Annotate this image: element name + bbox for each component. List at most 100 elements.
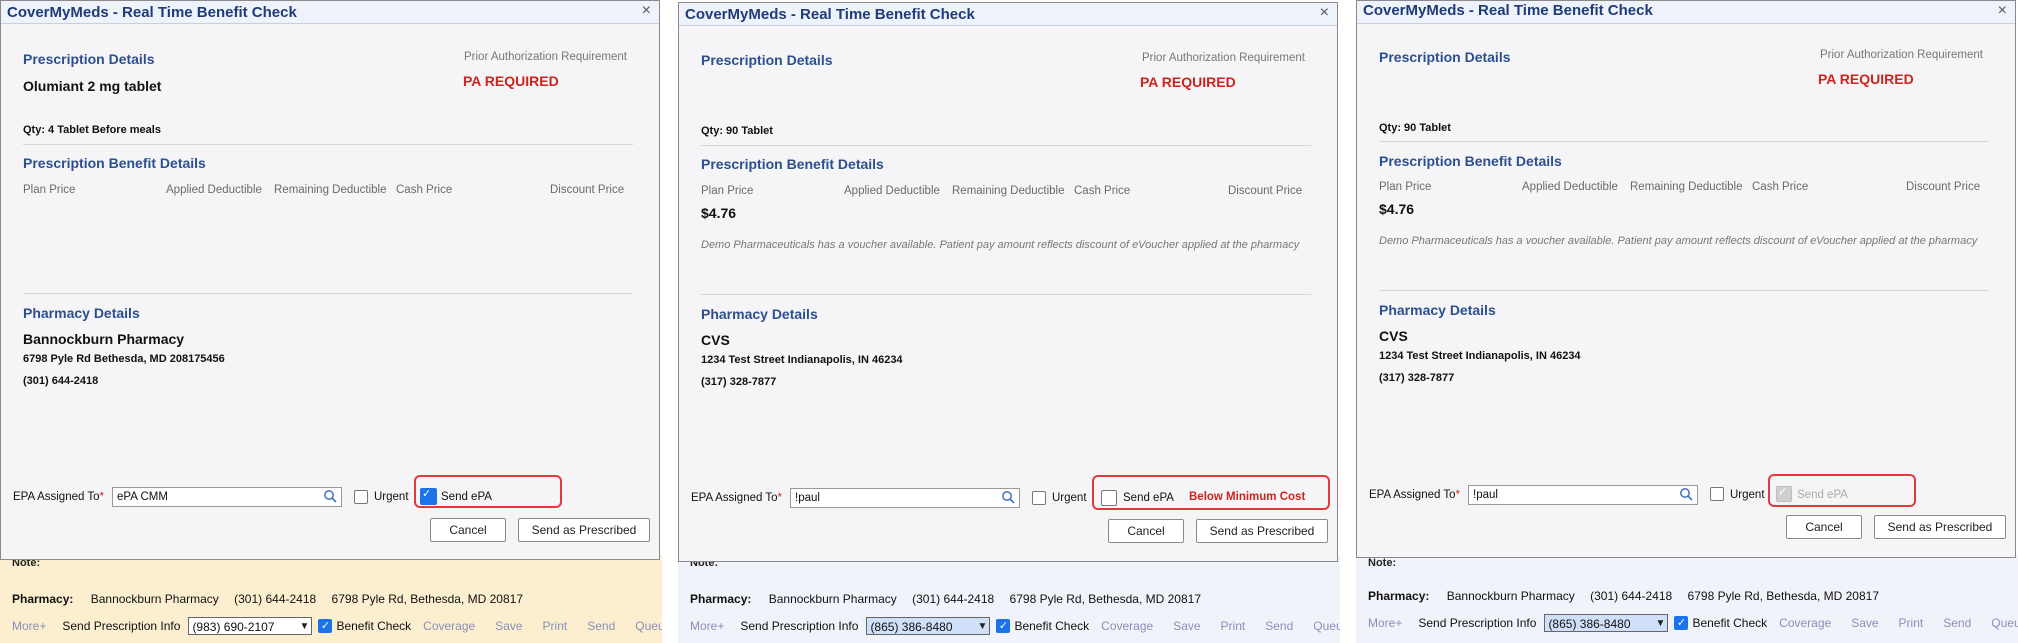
epa-assigned-input[interactable]: !paul <box>1468 485 1698 505</box>
col-applied-deductible: Applied Deductible <box>166 184 262 196</box>
chevron-down-icon: ▼ <box>977 621 988 632</box>
close-icon[interactable]: × <box>1998 2 2007 20</box>
search-icon[interactable] <box>323 489 337 503</box>
search-icon[interactable] <box>1679 487 1693 501</box>
pharmacy-label: Pharmacy: <box>12 592 74 606</box>
col-cash-price: Cash Price <box>1074 185 1131 197</box>
rtbc-modal: CoverMyMeds - Real Time Benefit Check × … <box>0 0 660 560</box>
close-icon[interactable]: × <box>1320 4 1329 22</box>
benefit-check-checkbox[interactable]: ✓ <box>996 619 1011 633</box>
panel-1: Note: Pharmacy: Bannockburn Pharmacy (30… <box>0 0 662 643</box>
print-link[interactable]: Print <box>1221 619 1246 633</box>
underlying-pharmacy-line: Pharmacy: Bannockburn Pharmacy (301) 644… <box>1368 589 1891 603</box>
search-icon[interactable] <box>1001 490 1015 504</box>
phone-select-value: (865) 386-8480 <box>1548 617 1631 631</box>
prescription-details-heading: Prescription Details <box>1379 49 1511 65</box>
send-as-prescribed-button[interactable]: Send as Prescribed <box>518 518 650 542</box>
modal-title: CoverMyMeds - Real Time Benefit Check <box>7 4 297 21</box>
pharmacy-address: 6798 Pyle Rd, Bethesda, MD 20817 <box>1009 592 1202 606</box>
coverage-link[interactable]: Coverage <box>1101 619 1153 633</box>
save-link[interactable]: Save <box>1173 619 1200 633</box>
modal-body: Prescription Details Prior Authorization… <box>679 26 1337 561</box>
send-prescription-info-label: Send Prescription Info <box>1418 616 1537 630</box>
print-link[interactable]: Print <box>1899 616 1924 630</box>
queue-link[interactable]: Queue <box>635 619 662 633</box>
send-as-prescribed-button[interactable]: Send as Prescribed <box>1196 519 1328 543</box>
urgent-checkbox[interactable] <box>354 490 368 504</box>
col-applied-deductible: Applied Deductible <box>1522 181 1618 193</box>
benefit-check-checkbox[interactable]: ✓ <box>1674 616 1689 630</box>
pharmacy-label: Pharmacy: <box>1368 589 1430 603</box>
send-link[interactable]: Send <box>587 619 615 633</box>
pharmacy-label: Pharmacy: <box>690 592 752 606</box>
col-plan-price: Plan Price <box>23 184 76 196</box>
pa-required-status: PA REQUIRED <box>1140 74 1236 90</box>
phone-select[interactable]: (865) 386-8480 ▼ <box>866 617 991 635</box>
more-link[interactable]: More+ <box>1368 616 1402 630</box>
col-plan-price: Plan Price <box>1379 181 1432 193</box>
queue-link[interactable]: Queue <box>1991 616 2018 630</box>
pharmacy-phone: (301) 644-2418 <box>23 375 99 387</box>
underlying-action-line: More+ Send Prescription Info (865) 386-8… <box>690 617 1340 635</box>
phone-select-value: (983) 690-2107 <box>192 620 275 634</box>
queue-link[interactable]: Queue <box>1313 619 1340 633</box>
panel-3: Note: Pharmacy: Bannockburn Pharmacy (30… <box>1356 0 2018 643</box>
epa-assigned-input[interactable]: ePA CMM <box>112 487 342 507</box>
quantity: Qty: 90 Tablet <box>701 125 773 137</box>
coverage-link[interactable]: Coverage <box>1779 616 1831 630</box>
plan-price-value: $4.76 <box>701 205 737 221</box>
send-link[interactable]: Send <box>1265 619 1293 633</box>
prescription-details-heading: Prescription Details <box>701 52 833 68</box>
pharmacy-name: Bannockburn Pharmacy <box>23 331 185 347</box>
print-link[interactable]: Print <box>543 619 568 633</box>
plan-price-value: $4.76 <box>1379 201 1415 217</box>
phone-select[interactable]: (983) 690-2107 ▼ <box>188 617 313 635</box>
benefit-check-label: Benefit Check <box>336 619 412 633</box>
required-asterisk: * <box>1455 489 1461 501</box>
col-plan-price: Plan Price <box>701 185 754 197</box>
modal-body: Prescription Details Olumiant 2 mg table… <box>1 24 659 559</box>
col-remaining-deductible: Remaining Deductible <box>952 185 1065 197</box>
benefit-details-heading: Prescription Benefit Details <box>701 156 884 172</box>
pharmacy-phone: (301) 644-2418 <box>1590 589 1673 603</box>
urgent-checkbox[interactable] <box>1032 491 1046 505</box>
modal-title: CoverMyMeds - Real Time Benefit Check <box>1363 2 1653 19</box>
close-icon[interactable]: × <box>642 2 651 20</box>
benefit-check-label: Benefit Check <box>1692 616 1768 630</box>
required-asterisk: * <box>777 492 783 504</box>
pharmacy-name: Bannockburn Pharmacy <box>768 592 897 606</box>
urgent-checkbox[interactable] <box>1710 487 1724 501</box>
underlying-action-line: More+ Send Prescription Info (983) 690-2… <box>12 617 662 635</box>
save-link[interactable]: Save <box>1851 616 1878 630</box>
col-cash-price: Cash Price <box>396 184 453 196</box>
send-epa-checkbox[interactable] <box>1101 490 1117 506</box>
cancel-button[interactable]: Cancel <box>430 518 506 542</box>
more-link[interactable]: More+ <box>690 619 724 633</box>
cancel-button[interactable]: Cancel <box>1786 515 1862 539</box>
epa-assigned-value: !paul <box>1473 489 1498 501</box>
pa-requirement-label: Prior Authorization Requirement <box>1820 49 1983 61</box>
pharmacy-details-heading: Pharmacy Details <box>701 306 818 322</box>
required-asterisk: * <box>99 491 105 503</box>
col-applied-deductible: Applied Deductible <box>844 185 940 197</box>
rtbc-modal: CoverMyMeds - Real Time Benefit Check × … <box>678 2 1338 562</box>
more-link[interactable]: More+ <box>12 619 46 633</box>
epa-assigned-label: EPA Assigned To* <box>13 491 104 503</box>
pharmacy-details-heading: Pharmacy Details <box>1379 302 1496 318</box>
phone-select[interactable]: (865) 386-8480 ▼ <box>1544 614 1669 632</box>
quantity: Qty: 4 Tablet Before meals <box>23 124 161 136</box>
save-link[interactable]: Save <box>495 619 522 633</box>
divider <box>701 294 1311 295</box>
divider <box>1379 141 1989 142</box>
send-as-prescribed-button[interactable]: Send as Prescribed <box>1874 515 2006 539</box>
epa-assigned-input[interactable]: !paul <box>790 488 1020 508</box>
pa-requirement-label: Prior Authorization Requirement <box>1142 52 1305 64</box>
send-link[interactable]: Send <box>1943 616 1971 630</box>
send-epa-checkbox[interactable] <box>1776 485 1792 502</box>
coverage-link[interactable]: Coverage <box>423 619 475 633</box>
benefit-check-label: Benefit Check <box>1014 619 1090 633</box>
benefit-check-checkbox[interactable]: ✓ <box>318 619 333 633</box>
cancel-button[interactable]: Cancel <box>1108 519 1184 543</box>
pharmacy-name: CVS <box>701 332 730 348</box>
send-epa-checkbox[interactable] <box>420 487 437 505</box>
